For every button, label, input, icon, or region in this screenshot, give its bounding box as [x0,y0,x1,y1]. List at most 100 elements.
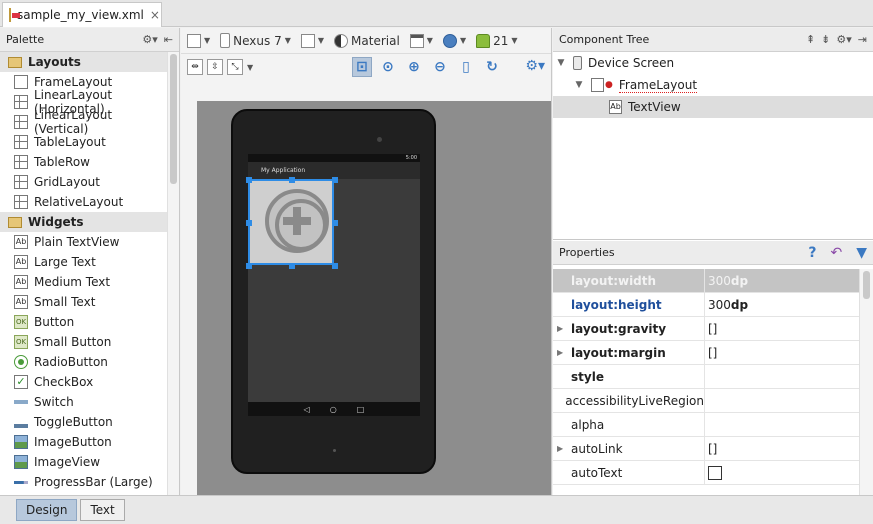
property-value[interactable]: [] [708,322,717,336]
layout-variant-button[interactable]: ▼ [187,33,210,48]
palette-item-relativelayout[interactable]: RelativeLayout [0,192,168,212]
property-name: layout:margin [571,345,666,360]
hide-panel-icon[interactable]: ⇤ [164,33,173,46]
selected-textview[interactable] [246,177,338,269]
property-row[interactable]: ▶ autoLink [] [553,437,859,461]
palette-item-imagebutton[interactable]: ImageButton [0,432,168,452]
zoom-actual-button[interactable]: ⊙ [378,57,398,77]
hide-panel-icon[interactable]: ⇥ [858,33,867,46]
screenshot-button[interactable]: ▯ [456,57,476,77]
palette-item-small-button[interactable]: OK Small Button [0,332,168,352]
tab-design[interactable]: Design [16,499,78,521]
design-canvas[interactable]: 5:00 My Application ◁ ○ □ [197,101,551,495]
zoom-in-button[interactable]: ⊕ [404,57,424,77]
palette-item-radiobutton[interactable]: RadioButton [0,352,168,372]
palette-item-tablerow[interactable]: TableRow [0,152,168,172]
palette-item-plain-textview[interactable]: Ab Plain TextView [0,232,168,252]
resize-handle[interactable] [246,220,252,226]
collapse-all-icon[interactable]: ⇟ [821,33,830,46]
chevron-down-icon: ▼ [284,36,291,45]
property-value[interactable]: 300 [708,298,731,312]
palette-item-gridlayout[interactable]: GridLayout [0,172,168,192]
resize-handle[interactable] [332,220,338,226]
properties-table: layout:width 300 dp layout:height 300 dp ▶… [553,269,859,485]
filter-icon[interactable]: ▼ [856,245,867,261]
linear-horizontal-icon [14,95,28,109]
help-icon[interactable]: ? [808,245,816,261]
properties-scrollbar[interactable] [859,269,873,495]
collapse-icon[interactable]: ▼ [573,80,585,90]
resize-handle[interactable] [246,177,252,183]
palette-item-small-text[interactable]: Ab Small Text [0,292,168,312]
editor-mode-tabs: Design Text [0,495,873,524]
palette-item-button[interactable]: OK Button [0,312,168,332]
palette-category-layouts[interactable]: Layouts [0,52,168,72]
resize-handle[interactable] [289,263,295,269]
palette-item-medium-text[interactable]: Ab Medium Text [0,272,168,292]
tab-text[interactable]: Text [80,499,125,521]
tree-node-device-screen[interactable]: ▼ Device Screen [553,52,873,74]
scroll-thumb[interactable] [863,271,870,299]
palette-category-widgets[interactable]: Widgets [0,212,168,232]
api-level-selector[interactable]: 21 ▼ [476,33,518,48]
zoom-out-button[interactable]: ⊖ [430,57,450,77]
zoom-fit-button[interactable]: ⊡ [352,57,372,77]
gear-icon[interactable]: ⚙▾ [525,58,545,74]
resize-handle[interactable] [246,263,252,269]
refresh-button[interactable]: ↻ [482,57,502,77]
expand-all-icon[interactable]: ⇞ [806,33,815,46]
palette-scrollbar[interactable] [167,52,179,495]
palette-item-togglebutton[interactable]: ToggleButton [0,412,168,432]
tree-node-framelayout[interactable]: ▼ ● FrameLayout [553,74,873,96]
property-value[interactable]: 300 [708,274,731,288]
property-row[interactable]: layout:height 300 dp [553,293,859,317]
property-row[interactable]: ▶ layout:margin [] [553,341,859,365]
property-row[interactable]: style [553,365,859,389]
expand-icon[interactable]: ▶ [557,348,567,357]
locale-selector[interactable]: ▼ [442,33,466,48]
property-row[interactable]: autoText [553,461,859,485]
tree-node-textview[interactable]: Ab TextView [553,96,873,118]
device-screen[interactable]: 5:00 My Application ◁ ○ □ [246,154,420,416]
autotext-checkbox[interactable] [708,465,722,480]
theme-selector[interactable]: Material [334,33,400,48]
property-row[interactable]: layout:width 300 dp [553,269,859,293]
file-icon [187,33,201,48]
rotate-icon [300,33,315,48]
property-value[interactable]: [] [708,346,717,360]
palette-item-switch[interactable]: Switch [0,392,168,412]
device-label: Nexus 7 [233,33,282,48]
gear-icon[interactable]: ⚙▾ [836,33,851,46]
property-row[interactable]: accessibilityLiveRegion [553,389,859,413]
resize-handle[interactable] [332,177,338,183]
resize-handle[interactable] [332,263,338,269]
chevron-down-icon[interactable]: ▼ [247,63,253,72]
property-row[interactable]: alpha [553,413,859,437]
expand-icon[interactable]: ▶ [557,444,567,453]
palette-item-imageview[interactable]: ImageView [0,452,168,472]
palette-item-checkbox[interactable]: ✓ CheckBox [0,372,168,392]
orientation-button[interactable]: ▼ [300,33,324,48]
palette-item-label: RelativeLayout [34,195,124,209]
textview-icon: Ab [14,255,28,269]
collapse-icon[interactable]: ▼ [555,58,567,68]
close-tab-icon[interactable]: × [150,8,160,22]
activity-selector[interactable]: ▼ [409,33,433,48]
resize-handle[interactable] [289,177,295,183]
theme-label: Material [351,33,400,48]
property-row[interactable]: ▶ layout:gravity [] [553,317,859,341]
gear-icon[interactable]: ⚙▾ [142,33,157,46]
palette-item-large-text[interactable]: Ab Large Text [0,252,168,272]
palette-item-linearlayout-vertical[interactable]: LinearLayout (Vertical) [0,108,168,136]
property-value[interactable]: [] [708,442,717,456]
device-selector[interactable]: Nexus 7 ▼ [220,33,291,48]
undo-icon[interactable]: ↶ [830,245,842,261]
file-tab[interactable]: sample_my_view.xml × [2,2,162,27]
expand-vertical-icon[interactable]: ⇳ [207,59,223,75]
palette-item-label: ImageButton [34,435,112,449]
scroll-thumb[interactable] [170,54,177,184]
resize-icon[interactable]: ⤡ [227,59,243,75]
palette-item-progressbar-large[interactable]: ProgressBar (Large) [0,472,168,492]
expand-horizontal-icon[interactable]: ⇹ [187,59,203,75]
expand-icon[interactable]: ▶ [557,324,567,333]
